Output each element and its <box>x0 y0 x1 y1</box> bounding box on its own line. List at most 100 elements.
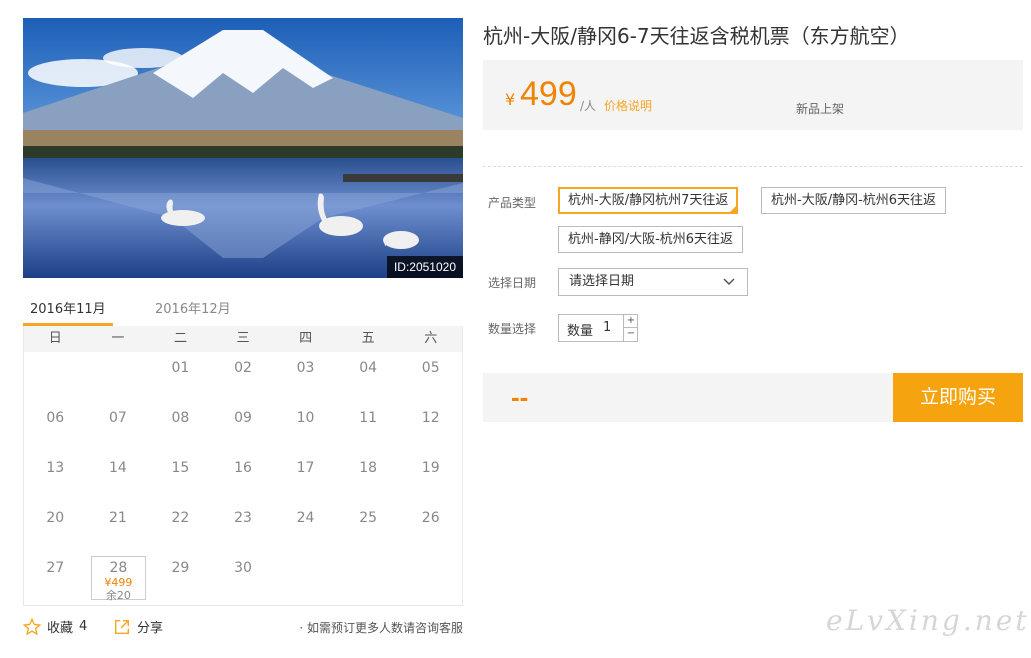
new-product-badge: 新品上架 <box>796 102 845 116</box>
day-number: 01 <box>171 360 190 376</box>
section-divider <box>483 166 1023 167</box>
calendar-day: 13 <box>24 452 87 502</box>
quantity-stepper: 数量 1 + − <box>558 314 638 342</box>
day-number: 15 <box>171 460 190 476</box>
calendar-day: 18 <box>337 452 400 502</box>
calendar-day: 25 <box>337 502 400 552</box>
calendar-day: 19 <box>399 452 462 502</box>
calendar-day: 26 <box>399 502 462 552</box>
product-type-option-2[interactable]: 杭州-大阪/静冈-杭州6天往返 <box>761 187 947 214</box>
calendar-day: 10 <box>274 402 337 452</box>
calendar-day: 21 <box>87 502 150 552</box>
day-number: 21 <box>108 510 127 526</box>
checkmark-icon: ✓ <box>730 204 737 212</box>
calendar-empty-cell <box>87 352 150 402</box>
day-number: 11 <box>359 410 378 426</box>
total-price: -- <box>511 382 529 412</box>
quantity-field-label: 数量 <box>567 324 594 339</box>
day-number: 02 <box>234 360 252 376</box>
day-number: 30 <box>234 560 252 576</box>
quantity-label: 数量选择 <box>488 322 537 336</box>
weekday-label: 三 <box>236 331 250 346</box>
day-number: 23 <box>234 510 252 526</box>
day-number: 28 <box>109 560 128 576</box>
weekday-label: 一 <box>111 331 125 346</box>
day-number: 13 <box>46 460 65 476</box>
day-number: 26 <box>421 510 440 526</box>
calendar-day: 14 <box>87 452 150 502</box>
date-select-value: 请选择日期 <box>569 274 635 289</box>
image-id-badge: ID:2051020 <box>386 256 463 278</box>
calendar-day: 15 <box>149 452 212 502</box>
day-number: 12 <box>421 410 440 426</box>
day-number: 19 <box>421 460 440 476</box>
buy-now-button[interactable]: 立即购买 <box>893 373 1023 422</box>
price-note-link[interactable]: 价格说明 <box>604 97 652 114</box>
calendar-day: 24 <box>274 502 337 552</box>
calendar-day: 06 <box>24 402 87 452</box>
price-box: ¥ 499 /人 价格说明 新品上架 <box>483 60 1023 130</box>
chevron-down-icon <box>723 278 735 286</box>
day-number: 14 <box>108 460 127 476</box>
weekday-label: 日 <box>48 331 62 346</box>
calendar-month-tabs: 2016年11月 2016年12月 <box>23 290 463 326</box>
day-number: 09 <box>234 410 252 426</box>
calendar-day: 02 <box>212 352 275 402</box>
share-button[interactable]: 分享 <box>113 617 163 636</box>
share-icon <box>114 619 130 634</box>
weekday-label: 二 <box>173 331 187 346</box>
booking-notice: · 如需预订更多人数请咨询客服 <box>299 621 463 635</box>
product-title: 杭州-大阪/静冈6-7天往返含税机票（东方航空） <box>483 24 910 48</box>
calendar-day: 01 <box>149 352 212 402</box>
quantity-decrease-button[interactable]: − <box>623 328 638 341</box>
favorite-count: 4 <box>79 619 88 634</box>
tab-month-december[interactable]: 2016年12月 <box>155 298 231 317</box>
calendar-day: 09 <box>212 402 275 452</box>
product-type-option-label: 杭州-大阪/静冈-杭州6天往返 <box>771 193 937 208</box>
day-number: 07 <box>108 410 127 426</box>
calendar-day-available[interactable]: 28 ¥499 余20 <box>90 556 147 602</box>
day-number: 29 <box>171 560 190 576</box>
mount-fuji-lake-illustration <box>23 18 463 278</box>
calendar-day: 30 <box>212 552 275 602</box>
favorite-label: 收藏 <box>47 621 74 636</box>
calendar-day: 20 <box>24 502 87 552</box>
date-select[interactable]: 请选择日期 <box>558 268 748 296</box>
weekday-label: 四 <box>299 331 313 346</box>
day-number: 18 <box>359 460 378 476</box>
calendar-day: 22 <box>149 502 212 552</box>
calendar-day: 27 <box>24 552 87 602</box>
quantity-increase-button[interactable]: + <box>623 315 638 328</box>
price-calendar: 日 一 二 三 四 五 六 01 02 03 04 05 06 07 08 09 10 11 12 13 14 15 16… <box>23 326 463 606</box>
day-number: 05 <box>421 360 440 376</box>
favorite-button[interactable]: 收藏 4 <box>23 617 87 636</box>
calendar-day: 05 <box>399 352 462 402</box>
day-number: 27 <box>46 560 65 576</box>
tab-month-november[interactable]: 2016年11月 <box>30 298 106 317</box>
day-number: 08 <box>171 410 190 426</box>
calendar-day: 07 <box>87 402 150 452</box>
day-number: 25 <box>359 510 378 526</box>
day-number: 17 <box>296 460 315 476</box>
product-type-option-3[interactable]: 杭州-静冈/大阪-杭州6天往返 <box>558 226 744 253</box>
day-number: 06 <box>46 410 65 426</box>
share-label: 分享 <box>137 621 164 636</box>
product-photo: ID:2051020 <box>23 18 463 278</box>
price-unit: /人 <box>580 99 597 113</box>
buy-bar: -- 立即购买 <box>483 373 1023 422</box>
product-type-option-1[interactable]: 杭州-大阪/静冈杭州7天往返 ✓ <box>558 187 739 214</box>
calendar-day: 04 <box>337 352 400 402</box>
day-number: 16 <box>234 460 252 476</box>
calendar-day: 11 <box>337 402 400 452</box>
calendar-day: 23 <box>212 502 275 552</box>
site-watermark: eLvXing.net <box>826 604 1030 637</box>
day-number: 03 <box>296 360 315 376</box>
currency-symbol: ¥ <box>505 90 516 109</box>
day-price: ¥499 <box>104 576 133 589</box>
calendar-day: 17 <box>274 452 337 502</box>
day-number: 04 <box>359 360 378 376</box>
weekday-header: 日一二三四五六 <box>24 326 462 352</box>
quantity-value[interactable]: 1 <box>603 320 611 335</box>
day-number: 10 <box>296 410 315 426</box>
calendar-day: 08 <box>149 402 212 452</box>
